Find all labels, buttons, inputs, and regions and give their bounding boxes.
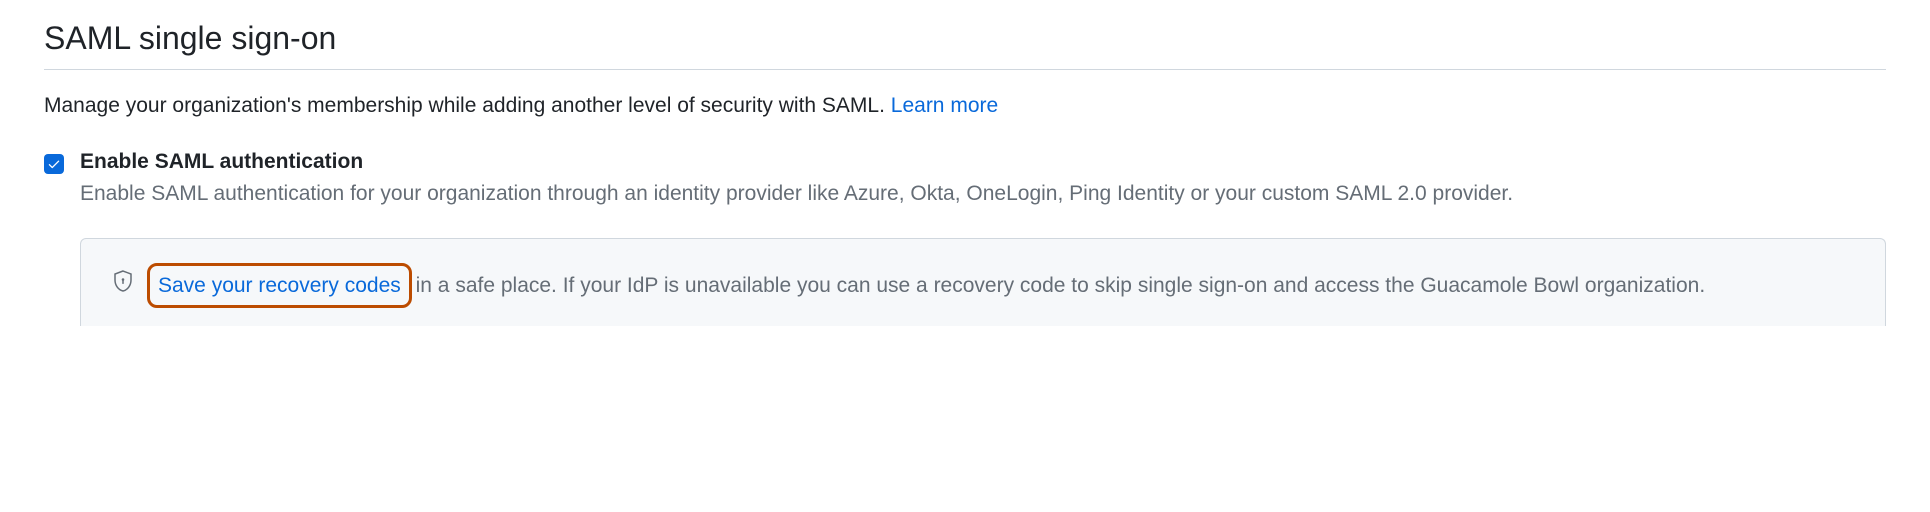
recovery-codes-alert: Save your recovery codes in a safe place… [80, 238, 1886, 327]
section-description: Manage your organization's membership wh… [44, 94, 1886, 118]
enable-saml-row: Enable SAML authentication Enable SAML a… [44, 150, 1886, 210]
enable-saml-description: Enable SAML authentication for your orga… [80, 178, 1886, 210]
checkbox-wrapper [44, 150, 64, 176]
save-recovery-codes-link[interactable]: Save your recovery codes [147, 263, 412, 309]
alert-text: Save your recovery codes in a safe place… [155, 267, 1705, 305]
check-icon [47, 157, 61, 171]
section-title: SAML single sign-on [44, 20, 1886, 70]
enable-saml-label[interactable]: Enable SAML authentication [80, 150, 1886, 174]
shield-lock-icon [111, 267, 135, 298]
alert-text-after: in a safe place. If your IdP is unavaila… [410, 274, 1705, 297]
learn-more-link[interactable]: Learn more [891, 94, 998, 117]
checkbox-content: Enable SAML authentication Enable SAML a… [80, 150, 1886, 210]
section-description-text: Manage your organization's membership wh… [44, 94, 891, 117]
enable-saml-checkbox[interactable] [44, 154, 64, 174]
